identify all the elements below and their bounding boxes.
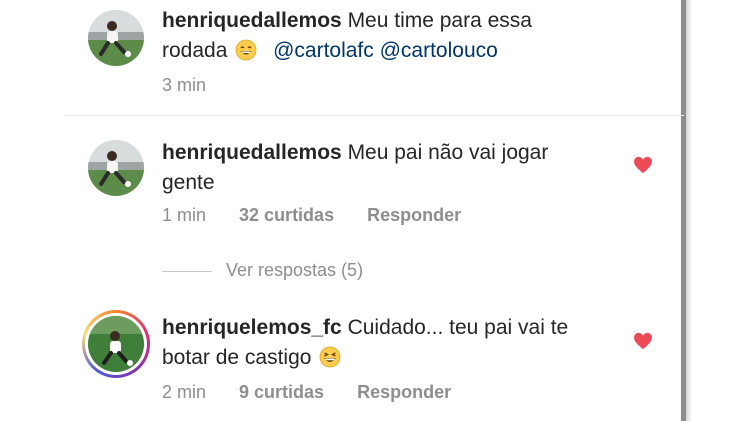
- reply-button[interactable]: Responder: [367, 205, 461, 225]
- replies-line: [162, 270, 212, 272]
- divider: [64, 115, 684, 116]
- timestamp: 3 min: [162, 75, 207, 95]
- grinning-face-icon: [235, 39, 257, 61]
- likes-count[interactable]: 32 curtidas: [239, 205, 334, 225]
- username[interactable]: henriquedallemos: [162, 9, 342, 32]
- mention-cartolafc[interactable]: @cartolafc: [273, 39, 374, 62]
- comment-meta: 2 min 9 curtidas Responder: [162, 382, 479, 403]
- timestamp: 1 min: [162, 205, 207, 225]
- comment-meta: 1 min 32 curtidas Responder: [162, 205, 489, 226]
- username[interactable]: henriquedallemos: [162, 141, 342, 164]
- comment-text: henriquedallemos Meu pai não vai jogar g…: [162, 138, 562, 198]
- view-replies-button[interactable]: Ver respostas (5): [162, 260, 363, 281]
- reply-button[interactable]: Responder: [357, 382, 451, 402]
- grinning-squinting-face-icon: [319, 346, 341, 368]
- avatar[interactable]: [88, 140, 144, 196]
- avatar[interactable]: [88, 316, 144, 372]
- comment-text: henriquedallemos Meu time para essa roda…: [162, 6, 602, 66]
- heart-icon[interactable]: [633, 156, 653, 174]
- likes-count[interactable]: 9 curtidas: [239, 382, 324, 402]
- scroll-edge-shadow: [686, 0, 692, 421]
- avatar[interactable]: [88, 10, 144, 66]
- timestamp: 2 min: [162, 382, 207, 402]
- mention-cartolouco[interactable]: @cartolouco: [380, 39, 498, 62]
- username[interactable]: henriquelemos_fc: [162, 316, 342, 339]
- view-replies-label: Ver respostas (5): [226, 260, 364, 280]
- comment-meta: 3 min: [162, 75, 234, 96]
- comment-text: henriquelemos_fc Cuidado... teu pai vai …: [162, 313, 602, 373]
- heart-icon[interactable]: [633, 332, 653, 350]
- scrollbar-edge[interactable]: [681, 0, 686, 421]
